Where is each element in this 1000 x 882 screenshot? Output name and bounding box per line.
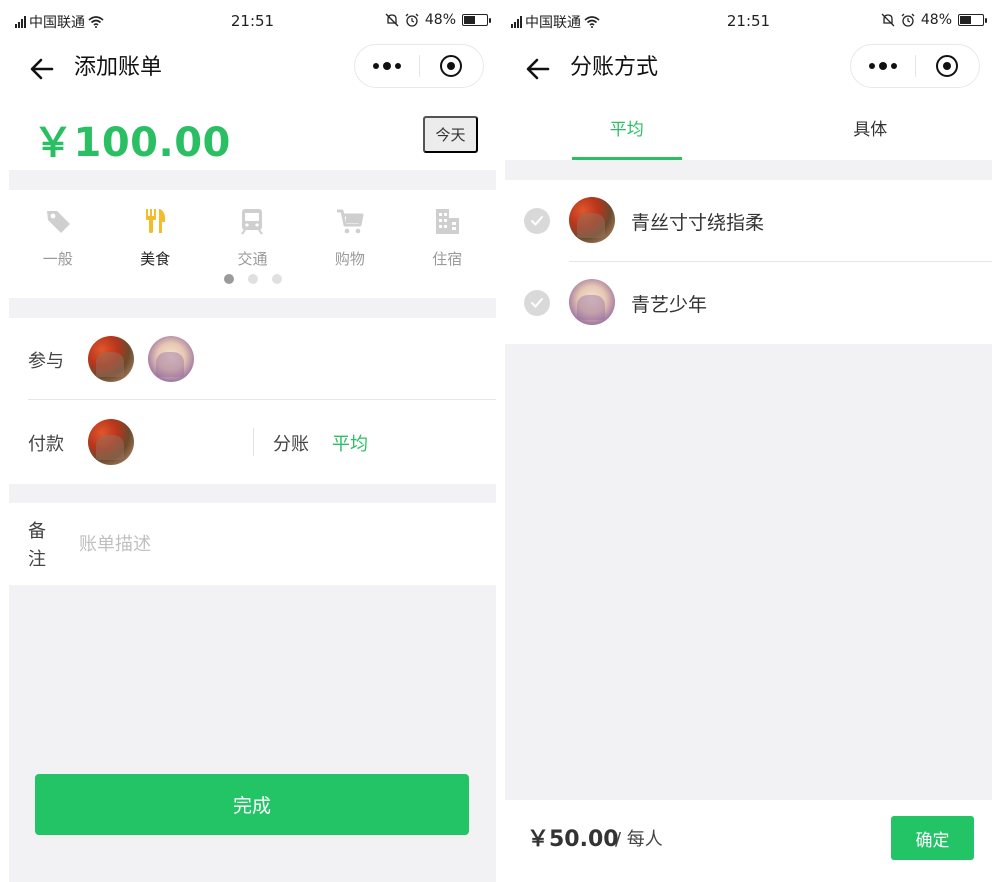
alarm-icon <box>901 13 915 27</box>
category-list: 一般 美食 交通 购物 住宿 <box>9 190 496 269</box>
close-target-icon <box>936 55 959 77</box>
member-name: 青艺少年 <box>631 294 708 316</box>
split-label: 分账 <box>273 434 309 455</box>
mute-bell-icon <box>881 13 895 27</box>
more-button[interactable] <box>851 45 915 87</box>
status-right: 48% <box>881 12 987 28</box>
payer-avatar[interactable] <box>88 419 134 465</box>
category-label: 一般 <box>42 250 73 268</box>
tab-average[interactable]: 平均 <box>505 98 749 160</box>
page-dot <box>247 274 258 284</box>
status-bar: 中国联通 21:51 48% <box>9 0 496 42</box>
nav-bar: 分账方式 <box>505 42 992 98</box>
mini-program-capsule <box>354 44 484 88</box>
fork-knife-icon <box>140 206 170 236</box>
category-shopping[interactable]: 购物 <box>301 206 398 269</box>
mini-program-capsule <box>850 44 980 88</box>
check-icon[interactable] <box>524 290 550 316</box>
category-section: 一般 美食 交通 购物 住宿 <box>9 190 496 298</box>
people-section: 参与 付款 分账 平均 <box>9 318 496 484</box>
stage: 中国联通 21:51 48% 添加账单 ￥100.00 今天 一般 美食 交通 … <box>0 0 1000 882</box>
category-label: 住宿 <box>432 250 463 268</box>
column-divider <box>253 428 254 456</box>
tab-specific[interactable]: 具体 <box>749 98 993 160</box>
category-general[interactable]: 一般 <box>9 206 106 269</box>
member-row[interactable]: 青丝寸寸绕指柔 <box>505 180 992 262</box>
category-label: 交通 <box>237 250 268 268</box>
cart-icon <box>335 206 365 236</box>
payer-label: 付款 <box>28 434 64 455</box>
member-list: 青丝寸寸绕指柔 青艺少年 <box>505 180 992 344</box>
close-button[interactable] <box>916 45 980 87</box>
member-avatar <box>569 279 615 325</box>
page-title: 添加账单 <box>74 55 163 80</box>
split-method-link[interactable]: 平均 <box>332 430 368 456</box>
category-lodging[interactable]: 住宿 <box>399 206 496 269</box>
member-row[interactable]: 青艺少年 <box>505 262 992 344</box>
alarm-icon <box>405 13 419 27</box>
per-person-unit: / 每人 <box>615 829 663 850</box>
per-person-amount: ￥50.00 <box>527 827 619 852</box>
close-target-icon <box>440 55 463 77</box>
participants-label: 参与 <box>28 351 64 372</box>
tag-icon <box>43 206 73 236</box>
done-button[interactable]: 完成 <box>35 774 469 835</box>
category-label: 购物 <box>334 250 365 268</box>
page-dot <box>271 274 282 284</box>
note-input[interactable] <box>79 529 459 559</box>
page-title: 分账方式 <box>570 55 659 80</box>
page-indicator <box>9 274 496 284</box>
add-bill-screen: 中国联通 21:51 48% 添加账单 ￥100.00 今天 一般 美食 交通 … <box>9 0 496 882</box>
status-right: 48% <box>385 12 491 28</box>
category-label: 美食 <box>140 250 171 268</box>
split-tabs: 平均 具体 <box>505 98 992 160</box>
arrow-left-icon <box>526 58 550 80</box>
train-icon <box>237 206 267 236</box>
participant-avatar[interactable] <box>148 336 194 382</box>
footer-bar: ￥50.00 / 每人 确定 <box>505 800 992 882</box>
battery-icon <box>462 14 491 26</box>
mute-bell-icon <box>385 13 399 27</box>
battery-percent: 48% <box>920 12 952 28</box>
member-avatar <box>569 197 615 243</box>
amount-section: ￥100.00 今天 <box>9 98 496 170</box>
confirm-button[interactable]: 确定 <box>891 816 974 860</box>
battery-percent: 48% <box>424 12 456 28</box>
page-dot-active <box>223 274 234 284</box>
date-button[interactable]: 今天 <box>423 116 478 153</box>
status-bar: 中国联通 21:51 48% <box>505 0 992 42</box>
participant-avatar[interactable] <box>88 336 134 382</box>
battery-icon <box>958 14 987 26</box>
arrow-left-icon <box>30 58 54 80</box>
check-icon[interactable] <box>524 208 550 234</box>
more-button[interactable] <box>355 45 419 87</box>
row-divider <box>28 399 496 400</box>
note-label: 备注 <box>28 521 46 570</box>
close-button[interactable] <box>420 45 484 87</box>
back-button[interactable] <box>27 54 57 84</box>
category-transport[interactable]: 交通 <box>204 206 301 269</box>
nav-bar: 添加账单 <box>9 42 496 98</box>
back-button[interactable] <box>523 54 553 84</box>
member-name: 青丝寸寸绕指柔 <box>631 212 765 234</box>
split-method-screen: 中国联通 21:51 48% 分账方式 平均 具体 青丝寸寸绕指柔 青艺少年 ￥… <box>505 0 992 882</box>
building-icon <box>432 206 462 236</box>
category-food[interactable]: 美食 <box>106 206 203 269</box>
bill-amount[interactable]: ￥100.00 <box>33 110 231 168</box>
note-section: 备注 <box>9 503 496 585</box>
